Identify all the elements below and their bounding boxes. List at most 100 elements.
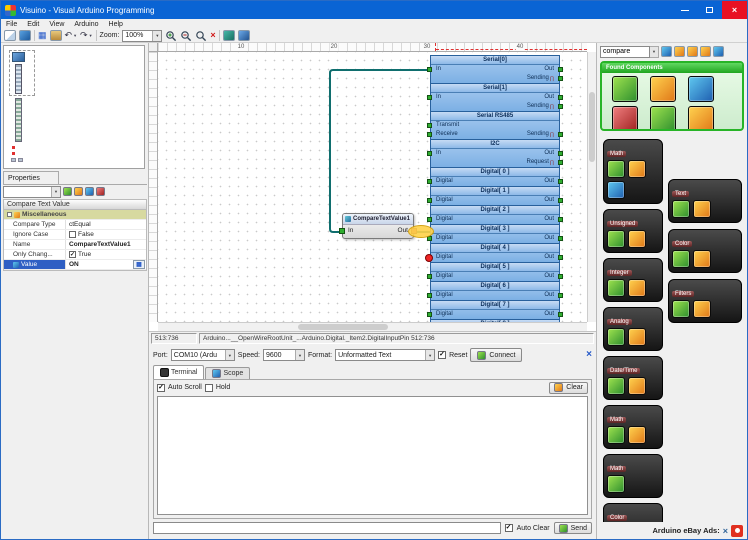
- hold-checkbox[interactable]: [205, 384, 213, 392]
- chip-icon[interactable]: [238, 30, 250, 41]
- output-pin[interactable]: [558, 67, 563, 72]
- input-pin[interactable]: [427, 198, 432, 203]
- property-value[interactable]: ON: [69, 261, 79, 268]
- menu-item[interactable]: Help: [104, 21, 128, 28]
- format-select[interactable]: Unformatted Text ▼: [335, 349, 435, 361]
- undo-icon[interactable]: ↶: [65, 30, 73, 41]
- output-pin[interactable]: [558, 95, 563, 100]
- menu-item[interactable]: File: [1, 21, 22, 28]
- output-pin[interactable]: [558, 236, 563, 241]
- auto-scroll-checkbox[interactable]: ✓: [157, 384, 165, 392]
- input-pin[interactable]: [427, 67, 432, 72]
- scrollbar-thumb[interactable]: [298, 324, 388, 330]
- overview-navigator[interactable]: [3, 45, 145, 169]
- component-icon[interactable]: [612, 76, 638, 102]
- input-pin[interactable]: [427, 179, 432, 184]
- checkbox-unchecked[interactable]: [69, 231, 76, 238]
- vertical-scrollbar[interactable]: [587, 52, 596, 322]
- input-pin[interactable]: [427, 293, 432, 298]
- wire[interactable]: [330, 70, 430, 232]
- close-panel-icon[interactable]: ×: [586, 350, 592, 360]
- component-icon[interactable]: [650, 76, 676, 102]
- component-icon[interactable]: [607, 230, 625, 248]
- folder-view-icon[interactable]: [700, 46, 711, 57]
- settings-icon[interactable]: [96, 187, 105, 196]
- component-icon[interactable]: [628, 160, 646, 178]
- property-group-row[interactable]: Miscellaneous: [4, 210, 146, 220]
- input-pin[interactable]: [339, 228, 345, 234]
- component-icon[interactable]: [688, 106, 714, 131]
- search-filter-icon[interactable]: [661, 46, 672, 57]
- component-icon[interactable]: [693, 200, 711, 218]
- component-icon[interactable]: [628, 279, 646, 297]
- component-icon[interactable]: [607, 426, 625, 444]
- output-pin[interactable]: [558, 293, 563, 298]
- tab-properties[interactable]: Properties: [3, 171, 59, 184]
- send-button[interactable]: Send: [554, 522, 592, 534]
- canvas-content[interactable]: CompareTextValue1 In Out Serial[0]InOutS…: [158, 52, 587, 322]
- close-ads-icon[interactable]: ×: [723, 526, 728, 536]
- tab-scope[interactable]: Scope: [205, 367, 250, 379]
- output-pin[interactable]: [558, 160, 563, 165]
- output-pin[interactable]: [558, 312, 563, 317]
- output-pin[interactable]: [558, 151, 563, 156]
- output-pin[interactable]: [558, 104, 563, 109]
- property-row[interactable]: Only Chang... ✓ True: [4, 250, 146, 260]
- component-icon[interactable]: [693, 250, 711, 268]
- component-icon[interactable]: [607, 279, 625, 297]
- output-pin[interactable]: [558, 217, 563, 222]
- collapse-categories-icon[interactable]: [687, 46, 698, 57]
- scrollbar-thumb[interactable]: [589, 92, 595, 162]
- property-value[interactable]: CompareTextValue1: [66, 240, 146, 249]
- chevron-down-icon[interactable]: ▼: [650, 46, 659, 58]
- property-filter-select[interactable]: ▼: [3, 186, 61, 198]
- category-view-icon[interactable]: [74, 187, 83, 196]
- new-project-icon[interactable]: [4, 30, 16, 41]
- component-icon[interactable]: [628, 328, 646, 346]
- send-input[interactable]: [153, 522, 501, 534]
- component-icon[interactable]: [607, 328, 625, 346]
- design-canvas[interactable]: 10203040 CompareTextValue1 In Out: [149, 43, 596, 331]
- zoom-select[interactable]: 100% ▼: [122, 30, 162, 42]
- component-icon[interactable]: [607, 160, 625, 178]
- component-icon[interactable]: [628, 230, 646, 248]
- menu-item[interactable]: Arduino: [69, 21, 103, 28]
- horizontal-scrollbar[interactable]: [158, 322, 587, 331]
- output-pin[interactable]: [558, 274, 563, 279]
- output-pin[interactable]: [558, 76, 563, 81]
- component-icon[interactable]: [672, 300, 690, 318]
- redo-icon[interactable]: ↷: [80, 30, 88, 41]
- property-row[interactable]: Compare Type ctEqual: [4, 220, 146, 230]
- component-icon[interactable]: [672, 200, 690, 218]
- property-value[interactable]: ctEqual: [66, 220, 146, 229]
- terminal-output[interactable]: [157, 396, 588, 515]
- maximize-button[interactable]: [697, 1, 722, 19]
- input-pin[interactable]: [427, 123, 432, 128]
- compare-text-value-component[interactable]: CompareTextValue1 In Out: [342, 213, 414, 239]
- adblock-icon[interactable]: [731, 525, 743, 537]
- view-mode-icon[interactable]: [713, 46, 724, 57]
- component-icon[interactable]: [607, 475, 625, 493]
- expand-all-icon[interactable]: [85, 187, 94, 196]
- input-pin[interactable]: [427, 217, 432, 222]
- input-pin[interactable]: [427, 95, 432, 100]
- component-icon[interactable]: [628, 426, 646, 444]
- input-pin[interactable]: [427, 274, 432, 279]
- speed-select[interactable]: 9600 ▼: [263, 349, 305, 361]
- input-pin[interactable]: [427, 132, 432, 137]
- input-pin[interactable]: [427, 312, 432, 317]
- close-button[interactable]: ×: [722, 1, 747, 19]
- auto-clear-checkbox[interactable]: ✓: [505, 524, 513, 532]
- open-project-icon[interactable]: [19, 30, 31, 41]
- connect-button[interactable]: Connect: [470, 348, 522, 362]
- component-icon[interactable]: [612, 106, 638, 131]
- grid-toggle-icon[interactable]: ▦: [38, 30, 47, 41]
- paste-icon[interactable]: [50, 30, 62, 41]
- component-icon[interactable]: [607, 377, 625, 395]
- component-icon[interactable]: [628, 377, 646, 395]
- zoom-in-icon[interactable]: [165, 30, 177, 42]
- zoom-fit-icon[interactable]: [195, 30, 207, 42]
- sort-az-icon[interactable]: [63, 187, 72, 196]
- expand-categories-icon[interactable]: [674, 46, 685, 57]
- value-editor-button[interactable]: ▦: [133, 260, 145, 269]
